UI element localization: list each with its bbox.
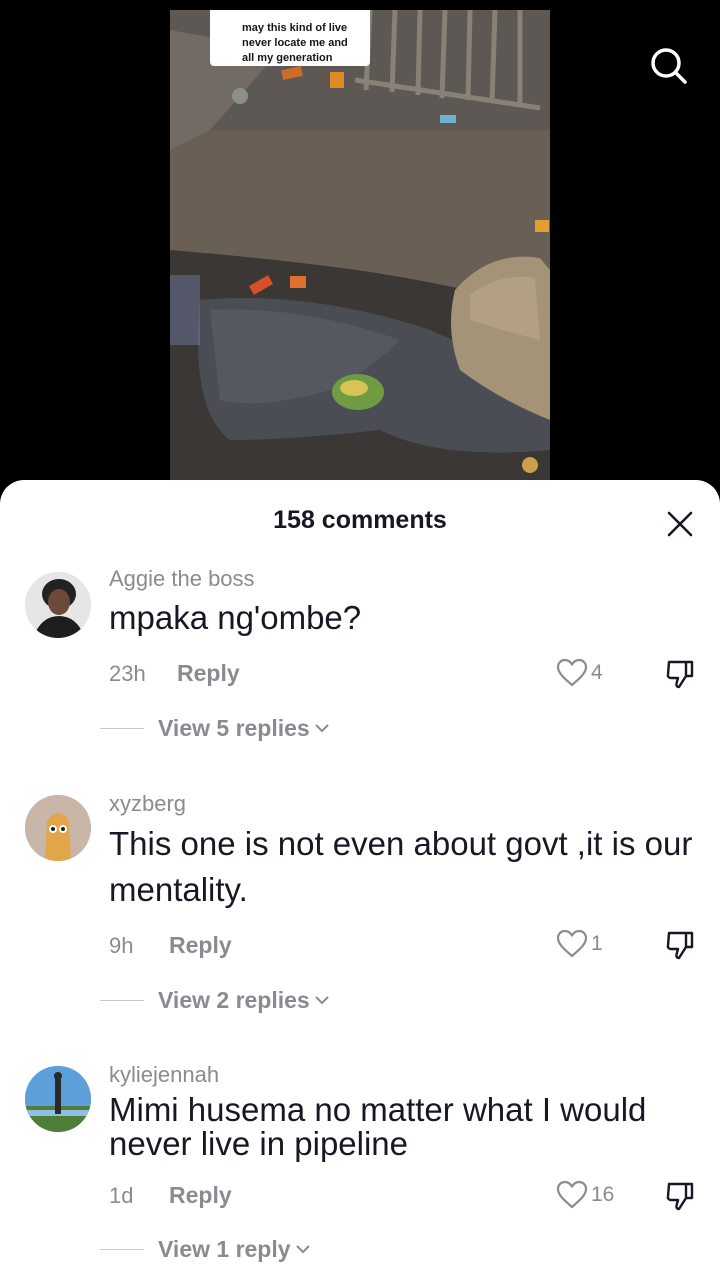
view-replies-label: View 1 reply: [158, 1235, 291, 1262]
avatar[interactable]: [25, 795, 91, 861]
thumbs-down-icon: [666, 931, 694, 960]
view-replies-label: View 5 replies: [158, 714, 310, 741]
comment-timestamp: 23h: [109, 661, 146, 686]
thumbs-down-icon: [666, 660, 694, 689]
divider-line: [100, 727, 144, 729]
avatar[interactable]: [25, 572, 91, 638]
comment-timestamp: 9h: [109, 933, 134, 958]
avatar-image: [25, 795, 91, 861]
comment-text: mpaka ng'ombe?: [109, 599, 362, 636]
comments-sheet: 158 comments Aggie the boss mpaka ng'omb…: [0, 480, 720, 1286]
avatar-image: [25, 1066, 91, 1132]
chevron-down-icon: [315, 724, 329, 733]
reply-button[interactable]: Reply: [169, 932, 232, 959]
like-button[interactable]: 16: [556, 1178, 614, 1212]
close-comments-button[interactable]: [660, 504, 700, 544]
chevron-down-icon: [315, 996, 329, 1005]
dislike-button[interactable]: [662, 1178, 698, 1214]
view-replies-button[interactable]: View 5 replies: [100, 713, 330, 743]
reply-button[interactable]: Reply: [177, 660, 240, 687]
avatar[interactable]: [25, 1066, 91, 1132]
close-icon: [667, 511, 693, 537]
comment-username[interactable]: xyzberg: [109, 791, 186, 817]
heart-outline-icon: [556, 658, 588, 687]
comments-count-title: 158 comments: [273, 506, 447, 534]
heart-outline-icon: [556, 1180, 588, 1209]
divider-line: [100, 999, 144, 1001]
dislike-button[interactable]: [662, 927, 698, 963]
view-replies-button[interactable]: View 1 reply: [100, 1234, 311, 1264]
avatar-image: [25, 572, 91, 638]
view-replies-label: View 2 replies: [158, 986, 310, 1013]
video-caption-sticker: may this kind of live never locate me an…: [210, 10, 370, 66]
like-button[interactable]: 1: [556, 927, 603, 961]
like-count: 1: [591, 932, 603, 955]
search-button[interactable]: [645, 42, 693, 90]
dislike-button[interactable]: [662, 656, 698, 692]
like-count: 16: [591, 1183, 615, 1206]
heart-outline-icon: [556, 929, 588, 958]
comment-text: Mimi husema no matter what I would never…: [109, 1091, 647, 1162]
comments-screen: may this kind of live never locate me an…: [0, 0, 720, 1286]
video-player[interactable]: may this kind of live never locate me an…: [170, 10, 550, 480]
thumbs-down-icon: [666, 1182, 694, 1211]
comment-text: This one is not even about govt ,it is o…: [109, 825, 693, 908]
reply-button[interactable]: Reply: [169, 1182, 232, 1209]
search-icon: [651, 48, 687, 84]
comment-username[interactable]: kyliejennah: [109, 1062, 219, 1088]
divider-line: [100, 1248, 144, 1250]
video-caption-text: may this kind of live never locate me an…: [242, 22, 348, 64]
view-replies-button[interactable]: View 2 replies: [100, 985, 330, 1015]
chevron-down-icon: [295, 1245, 310, 1254]
comment-timestamp: 1d: [109, 1183, 134, 1208]
comment-username[interactable]: Aggie the boss: [109, 566, 255, 592]
like-count: 4: [591, 661, 603, 684]
like-button[interactable]: 4: [556, 656, 603, 690]
